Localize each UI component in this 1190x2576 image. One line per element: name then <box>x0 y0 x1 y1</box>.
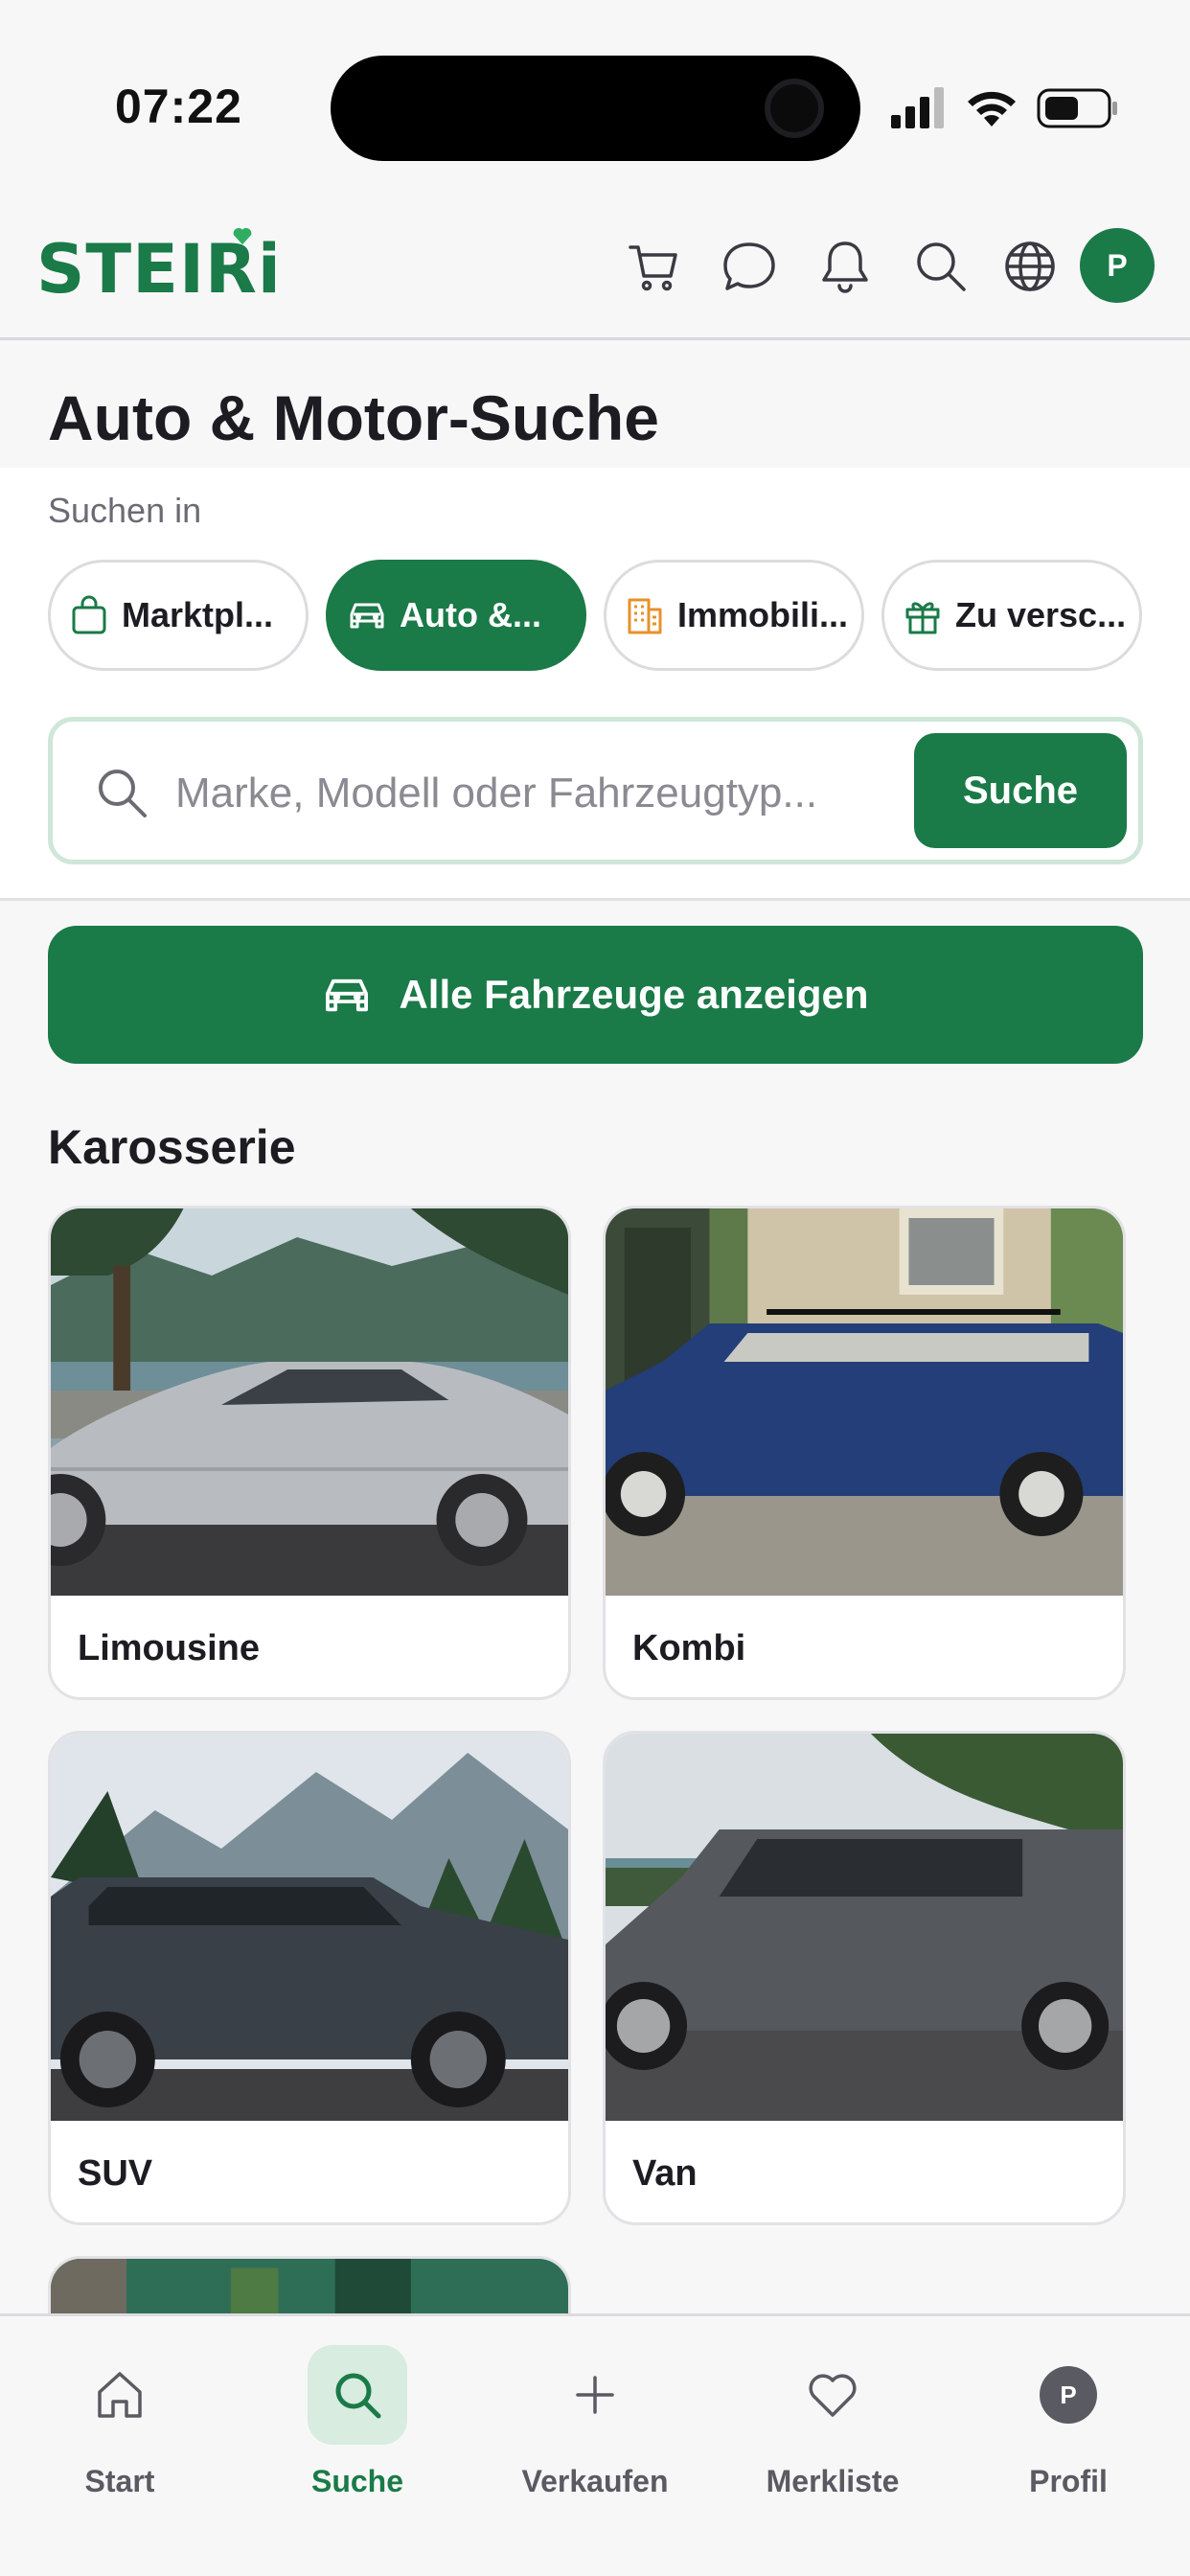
nav-verkaufen[interactable]: Verkaufen <box>490 2345 700 2518</box>
limousine-image <box>51 1208 568 1596</box>
category-chip-label: Marktpl... <box>122 595 274 634</box>
wifi-icon <box>968 91 1016 126</box>
dynamic-island <box>331 56 860 161</box>
category-chip-label: Zu versc... <box>955 595 1127 634</box>
van-image <box>606 1734 1123 2121</box>
category-chip-label: Immobili... <box>677 595 849 634</box>
signal-icon <box>891 87 944 128</box>
body-type-card-kombi[interactable]: Kombi <box>603 1206 1126 1700</box>
section-title-karosserie: Karosserie <box>48 1120 296 1174</box>
search-section: Suchen in Marktpl... Auto &... Immobili.… <box>0 468 1190 901</box>
card-label: Van <box>632 2153 698 2194</box>
page-title: Auto & Motor-Suche <box>48 382 659 453</box>
bottom-nav: Start Suche Verkaufen Merkliste P Profil <box>0 2313 1190 2576</box>
plus-icon <box>576 2376 614 2414</box>
camera-icon <box>765 79 824 138</box>
search-icon <box>335 2373 381 2419</box>
cart-icon[interactable] <box>625 238 682 295</box>
chat-icon[interactable] <box>721 238 778 295</box>
status-time: 07:22 <box>115 80 242 133</box>
category-chip-giveaway[interactable]: Zu versc... <box>881 560 1142 671</box>
globe-icon[interactable] <box>1001 238 1059 295</box>
body-type-card-limousine[interactable]: Limousine <box>48 1206 571 1700</box>
category-chip-realestate[interactable]: Immobili... <box>604 560 864 671</box>
body-type-card-partial[interactable] <box>48 2256 571 2313</box>
category-chip-auto[interactable]: Auto &... <box>326 560 586 671</box>
nav-start[interactable]: Start <box>14 2345 225 2518</box>
nav-merkliste[interactable]: Merkliste <box>727 2345 938 2518</box>
nav-suche[interactable]: Suche <box>252 2345 463 2518</box>
nav-label: Start <box>84 2464 155 2498</box>
search-field[interactable]: Marke, Modell oder Fahrzeugtyp... Suche <box>48 717 1143 864</box>
search-icon <box>99 770 147 817</box>
kombi-image <box>606 1208 1123 1596</box>
car-icon <box>326 978 369 1012</box>
title-area: Auto & Motor-Suche <box>0 343 1190 468</box>
card-label: Kombi <box>632 1628 746 1668</box>
heart-logo-icon <box>233 227 252 245</box>
nav-label: Profil <box>1029 2464 1108 2498</box>
bell-icon[interactable] <box>816 238 874 295</box>
show-all-vehicles-label: Alle Fahrzeuge anzeigen <box>399 972 869 1017</box>
battery-icon <box>1037 88 1117 128</box>
nav-label: Verkaufen <box>521 2464 669 2498</box>
show-all-vehicles-button[interactable]: Alle Fahrzeuge anzeigen <box>48 926 1143 1064</box>
body-type-card-suv[interactable]: SUV <box>48 1731 571 2225</box>
car-icon <box>350 603 384 629</box>
search-in-label: Suchen in <box>48 491 202 530</box>
bag-icon <box>72 595 106 634</box>
category-chip-marketplace[interactable]: Marktpl... <box>48 560 309 671</box>
nav-label: Merkliste <box>766 2464 900 2498</box>
nav-profil[interactable]: P Profil <box>963 2345 1174 2518</box>
home-icon <box>98 2372 142 2418</box>
status-bar: 07:22 <box>0 0 1190 182</box>
card-label: SUV <box>78 2153 153 2194</box>
search-button[interactable]: Suche <box>914 733 1127 848</box>
heart-icon <box>809 2374 857 2417</box>
app-header: STEIRi P <box>0 182 1190 340</box>
category-chip-label: Auto &... <box>400 595 541 634</box>
building-icon <box>628 598 662 634</box>
card-label: Limousine <box>78 1628 261 1668</box>
avatar: P <box>1040 2366 1097 2424</box>
suv-image <box>51 1734 568 2121</box>
search-icon[interactable] <box>912 238 970 295</box>
body-type-card-van[interactable]: Van <box>603 1731 1126 2225</box>
search-input[interactable]: Marke, Modell oder Fahrzeugtyp... <box>175 770 817 817</box>
gift-icon <box>905 602 940 634</box>
avatar[interactable]: P <box>1080 228 1155 303</box>
nav-label: Suche <box>310 2464 404 2498</box>
